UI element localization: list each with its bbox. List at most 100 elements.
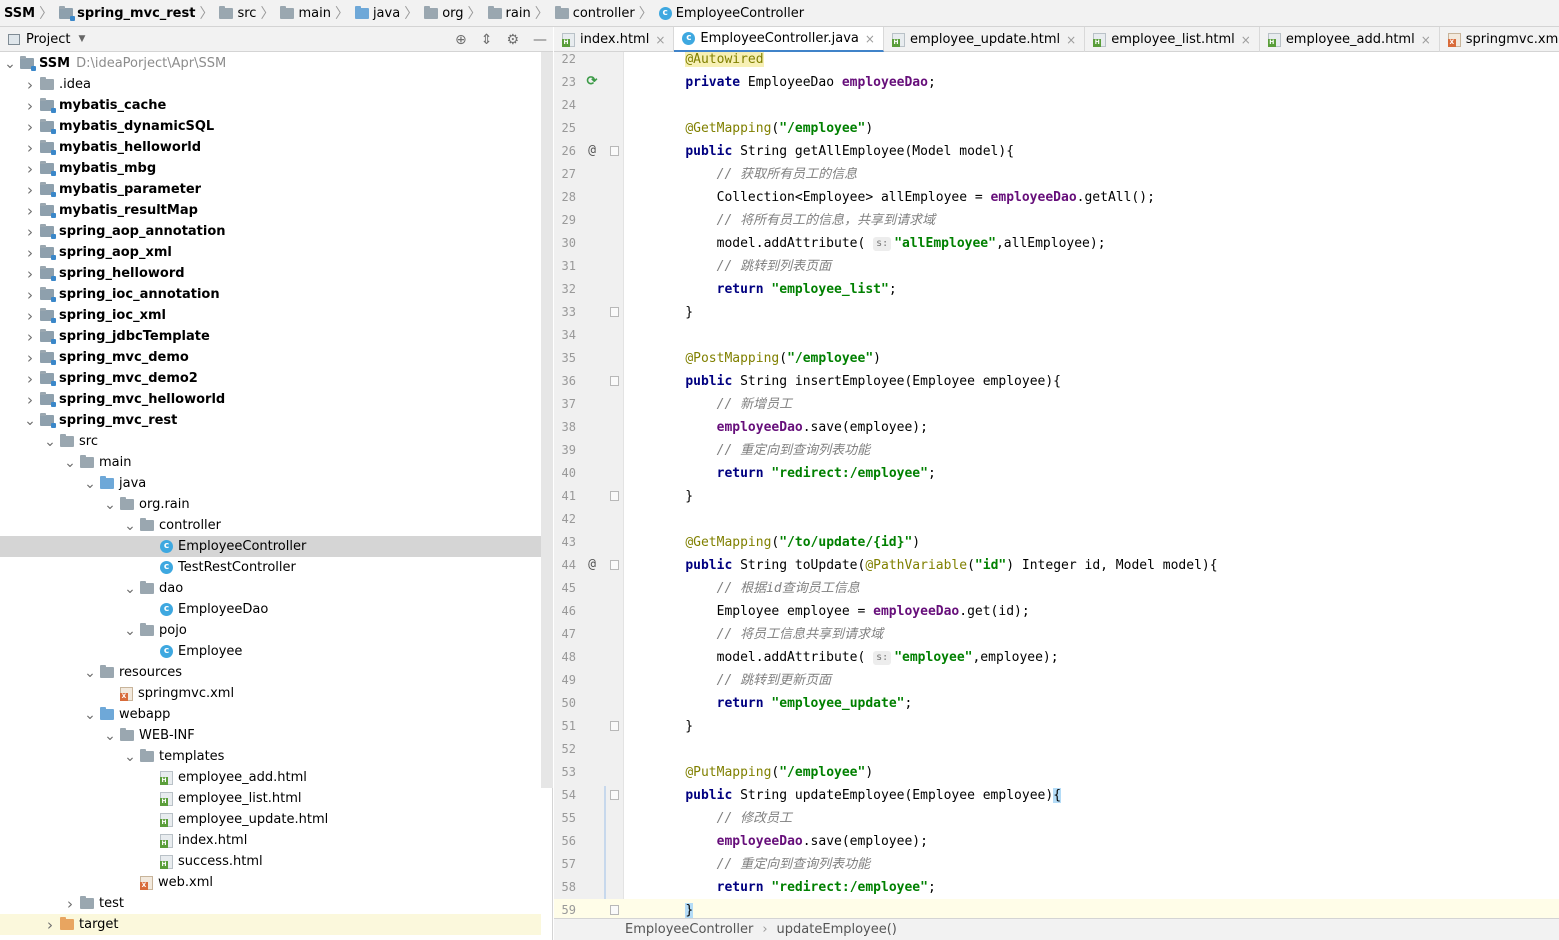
- close-icon[interactable]: ×: [655, 33, 665, 47]
- collapsed-chevron-icon[interactable]: ›: [22, 391, 38, 409]
- fold-icon[interactable]: [610, 790, 619, 800]
- collapse-all-icon[interactable]: ⇕: [481, 32, 493, 48]
- breadcrumb-item[interactable]: src: [219, 0, 256, 26]
- fold-icon[interactable]: [610, 491, 619, 501]
- collapsed-chevron-icon[interactable]: ›: [22, 181, 38, 199]
- tree-item[interactable]: › mybatis_parameter: [0, 179, 541, 200]
- fold-icon[interactable]: [610, 721, 619, 731]
- collapsed-chevron-icon[interactable]: ›: [22, 307, 38, 325]
- mapping-icon[interactable]: @: [584, 143, 600, 159]
- collapsed-chevron-icon[interactable]: ›: [22, 139, 38, 157]
- expanded-chevron-icon[interactable]: ⌄: [22, 413, 38, 429]
- editor-tab[interactable]: springmvc.xml×: [1440, 27, 1559, 52]
- breadcrumb-item[interactable]: java: [354, 0, 400, 26]
- editor-tab[interactable]: index.html ×: [554, 27, 675, 52]
- expanded-chevron-icon[interactable]: ⌄: [122, 581, 138, 597]
- editor-tab[interactable]: employee_update.html ×: [884, 27, 1086, 52]
- tree-item[interactable]: web.xml: [0, 872, 541, 893]
- tree-item[interactable]: ⌄ resources: [0, 662, 541, 683]
- tree-item[interactable]: › spring_jdbcTemplate: [0, 326, 541, 347]
- collapsed-chevron-icon[interactable]: ›: [22, 118, 38, 136]
- editor-breadcrumb-method[interactable]: updateEmployee(): [777, 922, 897, 937]
- tree-item[interactable]: › spring_mvc_helloworld: [0, 389, 541, 410]
- expanded-chevron-icon[interactable]: ⌄: [42, 434, 58, 450]
- tree-item[interactable]: › spring_mvc_demo: [0, 347, 541, 368]
- tree-item[interactable]: ⌄ dao: [0, 578, 541, 599]
- tree-item[interactable]: › mybatis_helloworld: [0, 137, 541, 158]
- tree-item[interactable]: employee_list.html: [0, 788, 541, 809]
- tree-item[interactable]: ⌄ src: [0, 431, 541, 452]
- expanded-chevron-icon[interactable]: ⌄: [122, 518, 138, 534]
- expanded-chevron-icon[interactable]: ⌄: [122, 623, 138, 639]
- expanded-chevron-icon[interactable]: ⌄: [82, 476, 98, 492]
- tree-item[interactable]: springmvc.xml: [0, 683, 541, 704]
- collapsed-chevron-icon[interactable]: ›: [22, 97, 38, 115]
- editor-tab[interactable]: employee_list.html ×: [1085, 27, 1260, 52]
- tree-item[interactable]: › target: [0, 914, 541, 935]
- collapsed-chevron-icon[interactable]: ›: [22, 160, 38, 178]
- tree-item[interactable]: › spring_ioc_annotation: [0, 284, 541, 305]
- fold-icon[interactable]: [610, 560, 619, 570]
- tree-item[interactable]: › spring_helloword: [0, 263, 541, 284]
- editor-breadcrumb-class[interactable]: EmployeeController: [625, 922, 753, 937]
- tree-item[interactable]: › mybatis_cache: [0, 95, 541, 116]
- tree-item[interactable]: › spring_aop_annotation: [0, 221, 541, 242]
- tree-item[interactable]: employee_update.html: [0, 809, 541, 830]
- tree-item[interactable]: › test: [0, 893, 541, 914]
- tree-item[interactable]: index.html: [0, 830, 541, 851]
- collapsed-chevron-icon[interactable]: ›: [22, 349, 38, 367]
- collapsed-chevron-icon[interactable]: ›: [22, 76, 38, 94]
- collapsed-chevron-icon[interactable]: ›: [22, 244, 38, 262]
- tree-item[interactable]: ⌄ templates: [0, 746, 541, 767]
- locate-icon[interactable]: ⊕: [455, 32, 467, 48]
- close-icon[interactable]: ×: [865, 32, 875, 46]
- collapsed-chevron-icon[interactable]: ›: [22, 286, 38, 304]
- collapsed-chevron-icon[interactable]: ›: [62, 895, 78, 913]
- collapsed-chevron-icon[interactable]: ›: [22, 202, 38, 220]
- collapsed-chevron-icon[interactable]: ›: [22, 265, 38, 283]
- tree-item[interactable]: ⌄ java: [0, 473, 541, 494]
- expanded-chevron-icon[interactable]: ⌄: [122, 749, 138, 765]
- project-view-selector[interactable]: Project ▼: [0, 32, 85, 47]
- breadcrumb-item[interactable]: SSM: [4, 0, 35, 26]
- breadcrumb-item[interactable]: controller: [554, 0, 635, 26]
- expanded-chevron-icon[interactable]: ⌄: [102, 497, 118, 513]
- expanded-chevron-icon[interactable]: ⌄: [102, 728, 118, 744]
- tree-item[interactable]: › mybatis_mbg: [0, 158, 541, 179]
- editor-tab[interactable]: c EmployeeController.java ×: [674, 27, 884, 52]
- fold-icon[interactable]: [610, 376, 619, 386]
- fold-icon[interactable]: [610, 307, 619, 317]
- breadcrumb-item[interactable]: main: [280, 0, 331, 26]
- collapsed-chevron-icon[interactable]: ›: [42, 916, 58, 934]
- tree-item[interactable]: › mybatis_resultMap: [0, 200, 541, 221]
- tree-item[interactable]: ⌄ spring_mvc_rest: [0, 410, 541, 431]
- tree-item[interactable]: › mybatis_dynamicSQL: [0, 116, 541, 137]
- editor-tab[interactable]: employee_add.html ×: [1260, 27, 1440, 52]
- hide-icon[interactable]: —: [533, 32, 547, 48]
- collapsed-chevron-icon[interactable]: ›: [22, 223, 38, 241]
- breadcrumb-item[interactable]: spring_mvc_rest: [59, 0, 195, 26]
- close-icon[interactable]: ×: [1421, 33, 1431, 47]
- close-icon[interactable]: ×: [1241, 33, 1251, 47]
- expanded-chevron-icon[interactable]: ⌄: [2, 56, 18, 72]
- tree-item[interactable]: ⌄ WEB-INF: [0, 725, 541, 746]
- collapsed-chevron-icon[interactable]: ›: [22, 328, 38, 346]
- project-tree-scrollbar[interactable]: [541, 52, 553, 788]
- tree-item[interactable]: ⌄ webapp: [0, 704, 541, 725]
- fold-icon[interactable]: [610, 905, 619, 915]
- tree-item[interactable]: ⌄ org.rain: [0, 494, 541, 515]
- spring-bean-icon[interactable]: ⟳: [584, 74, 600, 90]
- tree-item[interactable]: employee_add.html: [0, 767, 541, 788]
- tree-item[interactable]: › spring_aop_xml: [0, 242, 541, 263]
- tree-item[interactable]: c Employee: [0, 641, 541, 662]
- expanded-chevron-icon[interactable]: ⌄: [82, 665, 98, 681]
- tree-item[interactable]: ⌄ main: [0, 452, 541, 473]
- tree-item[interactable]: c EmployeeDao: [0, 599, 541, 620]
- breadcrumb-item[interactable]: rain: [487, 0, 531, 26]
- tree-item[interactable]: ⌄ SSM D:\ideaPorject\Apr\SSM: [0, 53, 541, 74]
- tree-item[interactable]: ⌄ controller: [0, 515, 541, 536]
- tree-item[interactable]: success.html: [0, 851, 541, 872]
- close-icon[interactable]: ×: [1066, 33, 1076, 47]
- tree-item[interactable]: c TestRestController: [0, 557, 541, 578]
- expanded-chevron-icon[interactable]: ⌄: [62, 455, 78, 471]
